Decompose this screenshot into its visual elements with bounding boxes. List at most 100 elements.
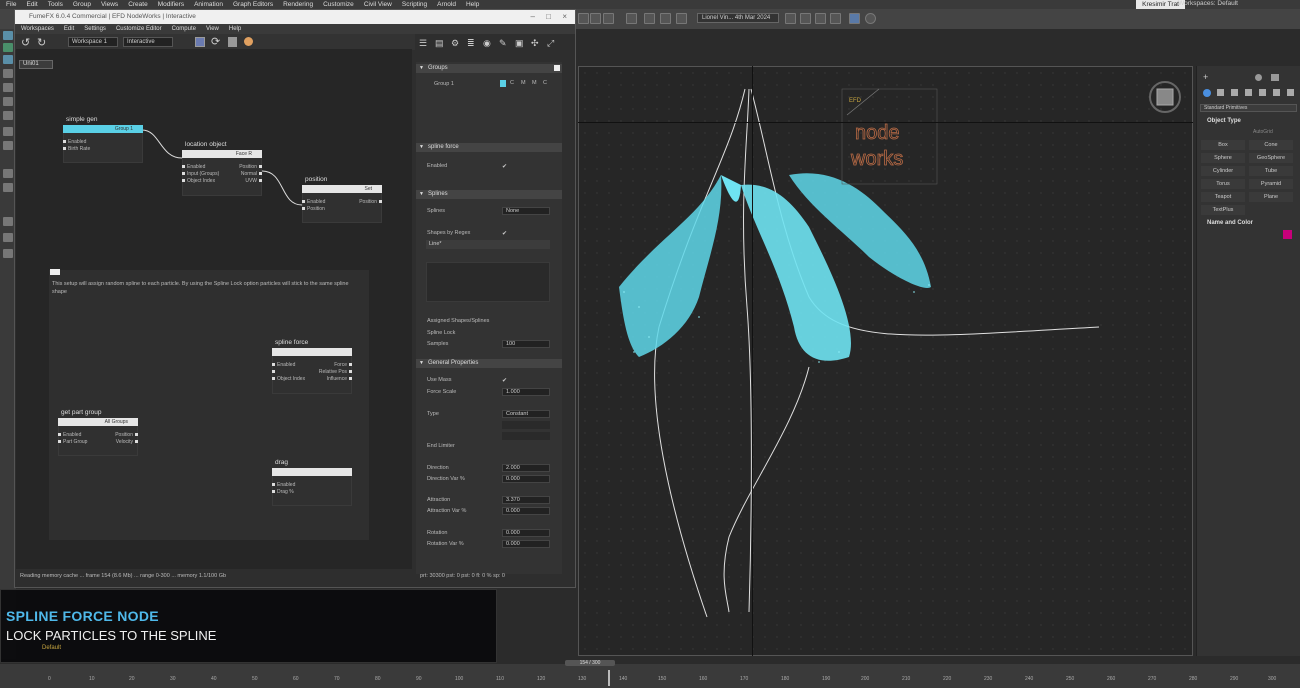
primitives-dropdown[interactable]: Standard Primitives: [1200, 104, 1297, 112]
spline-list[interactable]: [426, 262, 550, 302]
use-mass-checkbox[interactable]: ✔: [502, 377, 507, 384]
port-enabled[interactable]: Enabled: [182, 164, 205, 170]
layers-icon[interactable]: [603, 13, 614, 24]
cone-button[interactable]: Cone: [1249, 140, 1293, 150]
port-out-position[interactable]: Position: [232, 164, 262, 170]
layer-default-label[interactable]: Default: [42, 645, 61, 651]
menu-file[interactable]: File: [6, 1, 16, 8]
menu-edit[interactable]: Edit: [26, 1, 37, 8]
percent-snap-icon[interactable]: [3, 217, 13, 226]
time-slider[interactable]: 154 / 300: [565, 660, 615, 666]
edit-named-set-icon[interactable]: [3, 249, 13, 258]
lights-icon[interactable]: [1231, 89, 1238, 96]
fume-menu-customize-editor[interactable]: Customize Editor: [116, 24, 162, 34]
fume-menu-workspaces[interactable]: Workspaces: [21, 24, 54, 34]
refresh-icon[interactable]: ↻: [37, 36, 46, 49]
autogrid-checkbox[interactable]: AutoGrid: [1253, 129, 1273, 135]
general-properties-header[interactable]: General Properties: [416, 359, 562, 368]
port-enabled[interactable]: Enabled: [272, 482, 295, 488]
cameras-icon[interactable]: [1245, 89, 1252, 96]
torus-button[interactable]: Torus: [1201, 179, 1245, 189]
node-location-object-head[interactable]: Face R: [182, 150, 262, 158]
attraction-var-spinner[interactable]: 0.000: [502, 507, 550, 515]
select-tool-icon[interactable]: [3, 31, 13, 40]
object-color-swatch[interactable]: [1283, 230, 1292, 239]
group-flag-c[interactable]: C: [510, 80, 514, 86]
fume-menu-view[interactable]: View: [206, 24, 219, 34]
type-dropdown[interactable]: Constant: [502, 410, 550, 418]
regex-input[interactable]: Line*: [426, 240, 550, 249]
port-out-uvw[interactable]: UVW: [232, 178, 262, 184]
loop-icon[interactable]: ⟳: [211, 35, 220, 48]
rotation-spinner[interactable]: 0.000: [502, 529, 550, 537]
port-out-normal[interactable]: Normal: [232, 171, 262, 177]
mirror-tool-icon[interactable]: [3, 127, 13, 136]
material-editor-icon[interactable]: [849, 13, 860, 24]
shapes-icon[interactable]: [1217, 89, 1224, 96]
port-enabled[interactable]: Enabled: [272, 362, 295, 368]
port-unlabeled[interactable]: [272, 369, 277, 375]
link-tool-icon[interactable]: [3, 43, 13, 52]
record-icon[interactable]: [244, 37, 253, 46]
utilities-icon[interactable]: [1271, 74, 1279, 81]
port-drag-percent[interactable]: Drag %: [272, 489, 294, 495]
systems-icon[interactable]: [1287, 89, 1294, 96]
node-simple-gen-head[interactable]: Group 1: [63, 125, 143, 133]
pyramid-button[interactable]: Pyramid: [1249, 179, 1293, 189]
render-frame-icon[interactable]: [676, 13, 687, 24]
create-plus-icon[interactable]: +: [1203, 72, 1208, 82]
menu-modifiers[interactable]: Modifiers: [158, 1, 184, 8]
port-part-group[interactable]: Part Group: [58, 439, 87, 445]
snap-icon[interactable]: [578, 13, 589, 24]
workspace-select[interactable]: Workspace 1: [68, 37, 118, 47]
textplus-button[interactable]: TextPlus: [1201, 205, 1245, 215]
undo-icon[interactable]: [815, 13, 826, 24]
folder-open-icon[interactable]: [785, 13, 796, 24]
rotate-tool-icon[interactable]: [3, 83, 13, 92]
port-out-position[interactable]: Position: [340, 199, 382, 205]
sphere-button[interactable]: Sphere: [1201, 153, 1245, 163]
cylinder-button[interactable]: Cylinder: [1201, 166, 1245, 176]
shapes-by-regex-checkbox[interactable]: ✔: [502, 230, 507, 237]
fume-menu-settings[interactable]: Settings: [84, 24, 106, 34]
node-get-part-group-head[interactable]: All Groups: [58, 418, 138, 426]
graph-tab-uni01[interactable]: Uni01: [19, 60, 53, 69]
menu-customize[interactable]: Customize: [323, 1, 354, 8]
port-out-position[interactable]: Position: [98, 432, 138, 438]
direction-var-spinner[interactable]: 0.000: [502, 475, 550, 483]
list-icon[interactable]: ☰: [419, 38, 427, 49]
node-drag-head[interactable]: [272, 468, 352, 476]
port-enabled[interactable]: Enabled: [302, 199, 325, 205]
port-out-influence[interactable]: Influence: [312, 376, 352, 382]
properties-icon[interactable]: ▤: [435, 38, 444, 49]
menu-help[interactable]: Help: [466, 1, 479, 8]
force-scale-spinner[interactable]: 1.000: [502, 388, 550, 396]
enabled-checkbox[interactable]: ✔: [502, 163, 507, 170]
nodes-icon[interactable]: ✣: [531, 38, 539, 49]
port-object-index[interactable]: Object Index: [272, 376, 305, 382]
play-icon[interactable]: [195, 37, 205, 47]
redo-icon[interactable]: [830, 13, 841, 24]
gear-icon[interactable]: ⚙: [451, 38, 459, 49]
target-icon[interactable]: ◉: [483, 38, 491, 49]
port-out-relative-pos[interactable]: Relative Pos: [302, 369, 352, 375]
image-icon[interactable]: ▣: [515, 38, 524, 49]
plane-button[interactable]: Plane: [1249, 192, 1293, 202]
groups-flag[interactable]: [554, 65, 560, 71]
snaps-tool-icon[interactable]: [3, 169, 13, 178]
spacewarps-icon[interactable]: [1273, 89, 1280, 96]
fume-menu-help[interactable]: Help: [229, 24, 241, 34]
port-out-force[interactable]: Force: [312, 362, 352, 368]
bind-tool-icon[interactable]: [3, 55, 13, 64]
port-enabled[interactable]: Enabled: [63, 139, 86, 145]
menu-tools[interactable]: Tools: [48, 1, 63, 8]
spline-force-section-header[interactable]: spline force: [416, 143, 562, 152]
angle-snap-icon[interactable]: [3, 183, 13, 192]
scene-explorer-icon[interactable]: [626, 13, 637, 24]
cache-icon[interactable]: [228, 37, 237, 47]
display-icon[interactable]: [1255, 74, 1262, 81]
align-tool-icon[interactable]: [3, 141, 13, 150]
stack-icon[interactable]: ≣: [467, 38, 475, 49]
object-type-header[interactable]: Object Type: [1207, 118, 1241, 124]
samples-spinner[interactable]: 100: [502, 340, 550, 348]
